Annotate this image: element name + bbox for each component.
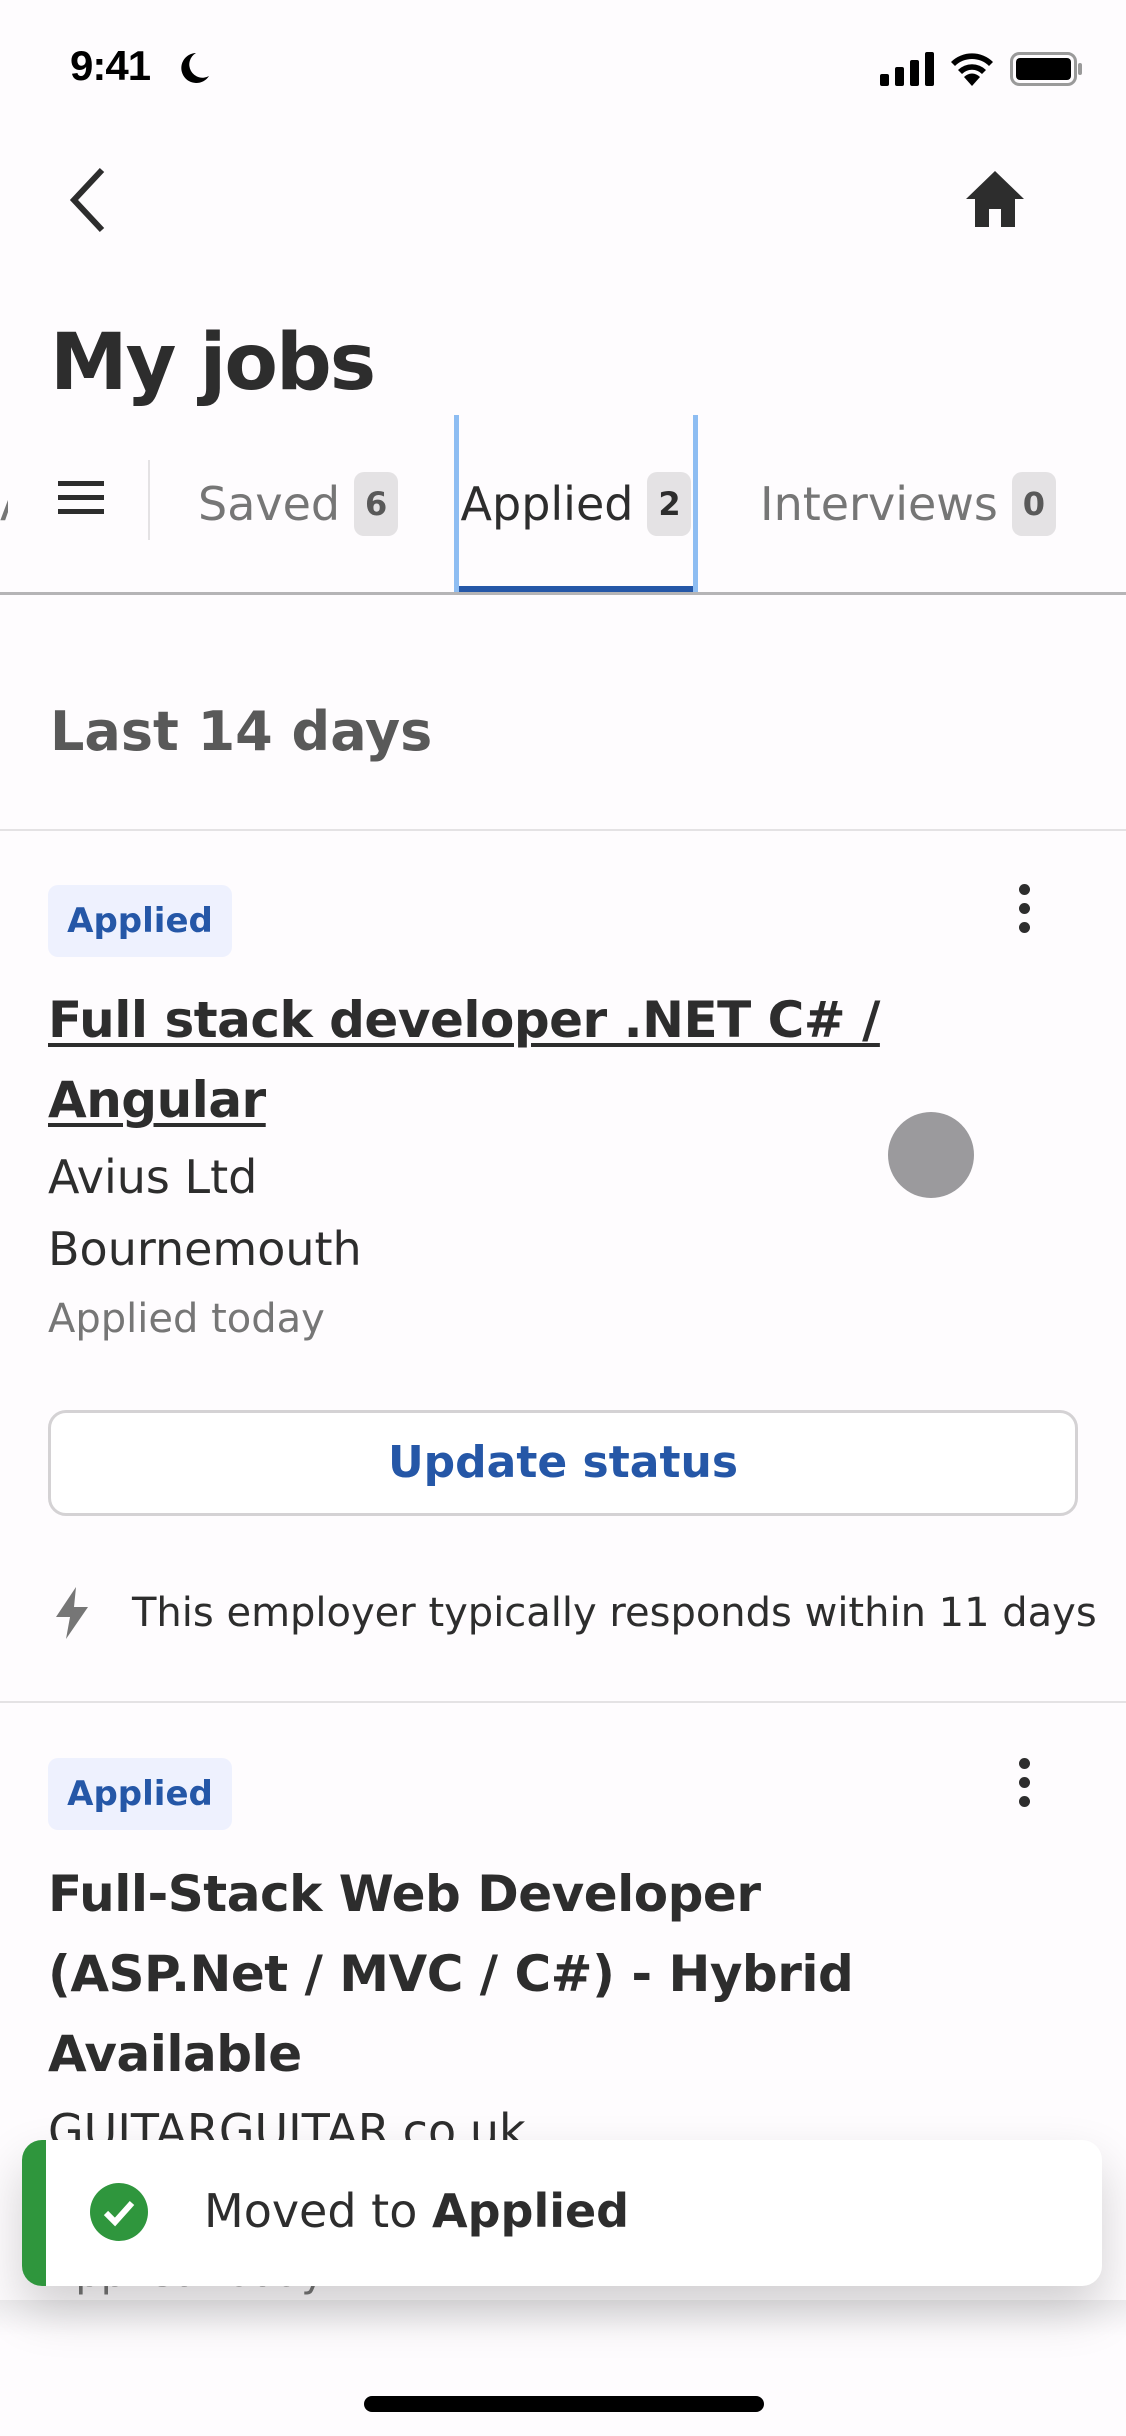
active-tab-indicator <box>459 586 693 592</box>
tabs-menu-button[interactable] <box>56 477 106 517</box>
moon-icon <box>181 53 209 83</box>
status-time: 9:41 <box>70 42 151 89</box>
hamburger-menu-icon <box>58 481 104 514</box>
tab-count-badge: 6 <box>354 471 399 536</box>
update-status-button[interactable]: Update status <box>48 1410 1078 1516</box>
home-indicator[interactable] <box>364 2396 764 2412</box>
more-options-button[interactable] <box>1006 884 1042 944</box>
back-button[interactable] <box>60 160 120 240</box>
job-title-link[interactable]: Full-Stack Web Developer (ASP.Net / MVC … <box>48 1854 908 2094</box>
dot <box>1018 1777 1030 1788</box>
section-divider <box>0 829 1126 831</box>
tab-applied[interactable]: Applied 2 <box>454 415 698 592</box>
status-badge: Applied <box>48 885 232 957</box>
response-time-text: This employer typically responds within … <box>132 1590 1097 1636</box>
toast-prefix: Moved to <box>204 2184 432 2238</box>
touch-indicator <box>888 1112 974 1198</box>
chevron-left-icon <box>69 167 105 233</box>
tab-offscreen[interactable]: A <box>0 415 8 592</box>
toast-notification: Moved to Applied <box>22 2140 1102 2286</box>
applied-date: Applied today <box>48 1296 325 1342</box>
battery-icon <box>1010 52 1082 86</box>
status-bar: 9:41 <box>0 0 1126 140</box>
tab-bar: Saved 6 Applied 2 Interviews 0 A <box>0 415 1126 595</box>
company-name: Avius Ltd <box>48 1150 258 1204</box>
tab-label: Saved <box>198 476 341 531</box>
tab-label: Interviews <box>760 476 998 531</box>
dot <box>1018 1758 1030 1769</box>
job-title-link[interactable]: Full stack developer .NET C# / Angular <box>48 980 968 1140</box>
status-badge: Applied <box>48 1758 232 1830</box>
tab-saved[interactable]: Saved 6 <box>198 415 399 592</box>
home-button[interactable] <box>960 165 1030 235</box>
check-circle-icon <box>90 2183 148 2241</box>
dot <box>1018 1796 1030 1807</box>
dot <box>1018 884 1030 895</box>
cellular-signal-icon <box>880 52 934 86</box>
tab-interviews[interactable]: Interviews 0 <box>760 415 1056 592</box>
toast-message: Moved to Applied <box>204 2184 629 2238</box>
job-location: Bournemouth <box>48 1222 362 1276</box>
toast-emphasis: Applied <box>431 2184 630 2238</box>
dot <box>1018 903 1030 914</box>
toast-accent-bar <box>22 2140 46 2286</box>
card-divider <box>0 1701 1126 1703</box>
tab-count-badge: 2 <box>647 471 692 536</box>
tab-divider <box>148 460 150 540</box>
tab-count-badge: 0 <box>1011 471 1056 536</box>
bottom-fade <box>0 2300 1126 2336</box>
tab-label: Applied <box>460 476 634 531</box>
home-icon <box>966 171 1024 227</box>
page-title: My jobs <box>50 318 376 408</box>
lightning-bolt-icon <box>56 1587 88 1639</box>
wifi-icon <box>951 53 993 86</box>
more-options-button[interactable] <box>1006 1758 1042 1818</box>
response-time-note: This employer typically responds within … <box>52 1583 1097 1643</box>
section-heading: Last 14 days <box>50 700 433 763</box>
dot <box>1018 922 1030 933</box>
